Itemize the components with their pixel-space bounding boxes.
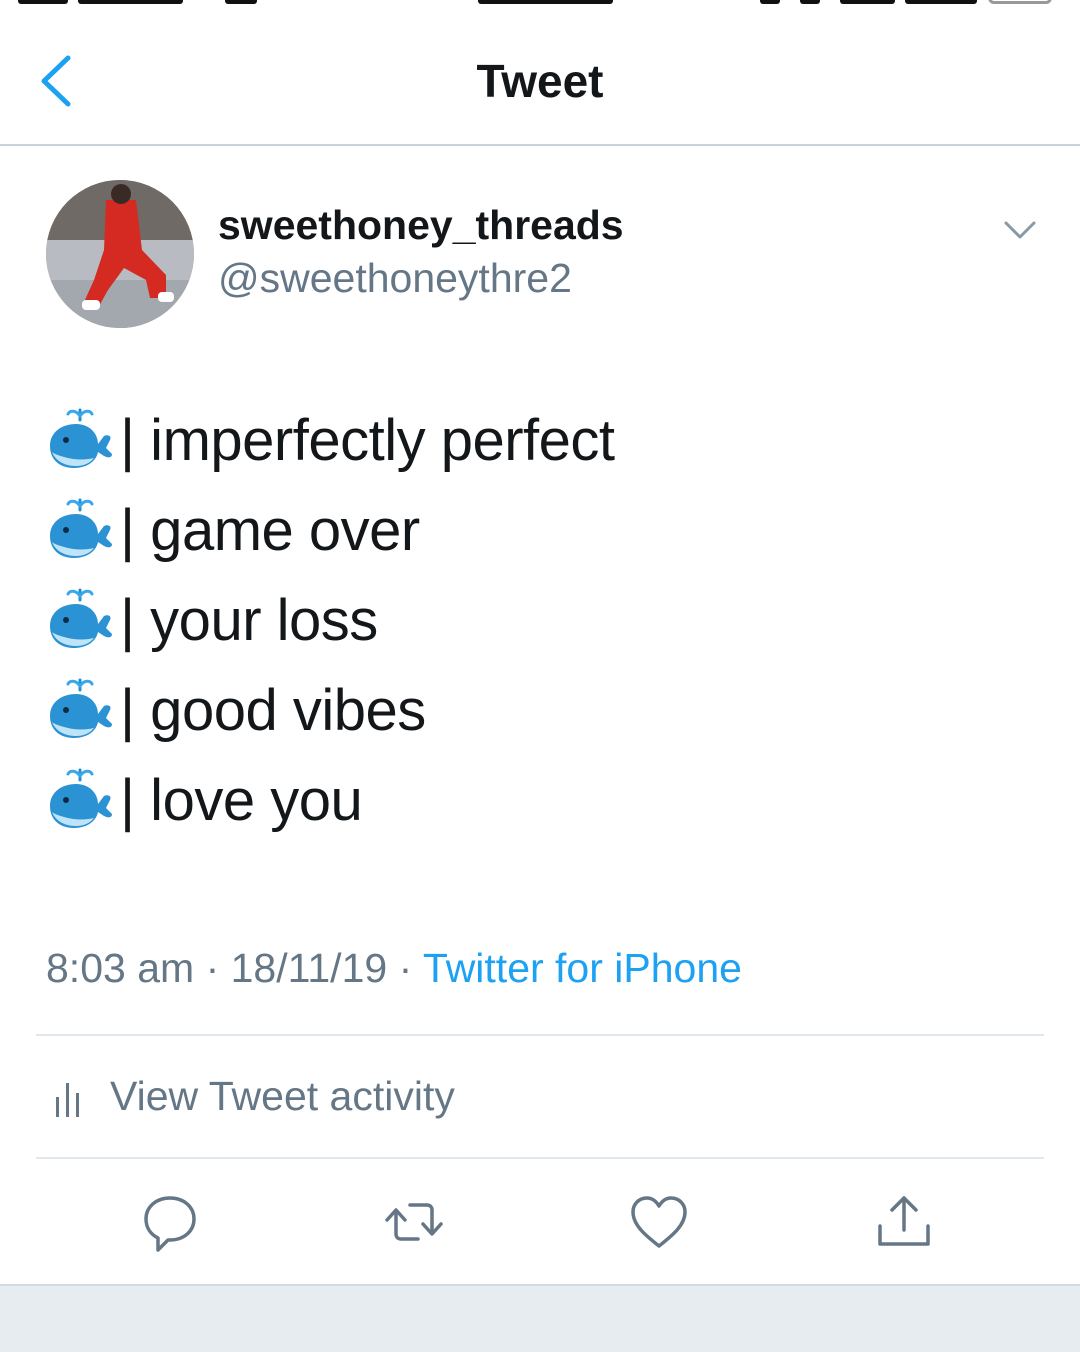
retweet-button[interactable] bbox=[382, 1190, 446, 1254]
author-display-name[interactable]: sweethoney_threads bbox=[218, 202, 624, 249]
tweet-line-text: | game over bbox=[120, 497, 420, 563]
page-title: Tweet bbox=[476, 55, 604, 107]
tweet-line: | your loss bbox=[46, 575, 1046, 665]
tweet-source-link[interactable]: Twitter for iPhone bbox=[423, 945, 742, 991]
spouting-whale-icon bbox=[46, 406, 114, 474]
tweet-text: | imperfectly perfect | game over | your l… bbox=[46, 395, 1046, 845]
tweet-date: 18/11/19 bbox=[230, 945, 388, 991]
reply-icon bbox=[144, 1196, 196, 1252]
tweet-line-text: | love you bbox=[120, 767, 363, 833]
divider bbox=[36, 1157, 1044, 1159]
chevron-down-icon bbox=[1004, 221, 1036, 239]
tweet-line: | love you bbox=[46, 755, 1046, 845]
bar-chart-icon bbox=[56, 1082, 79, 1117]
battery-icon bbox=[988, 0, 1052, 4]
share-button[interactable] bbox=[872, 1190, 936, 1254]
like-button[interactable] bbox=[627, 1190, 691, 1254]
tweet-line: | good vibes bbox=[46, 665, 1046, 755]
spouting-whale-icon bbox=[46, 676, 114, 744]
bottom-area bbox=[0, 1284, 1080, 1352]
navigation-bar: Tweet bbox=[0, 8, 1080, 146]
avatar-photo bbox=[46, 180, 194, 328]
spouting-whale-icon bbox=[46, 496, 114, 564]
view-tweet-activity-button[interactable]: View Tweet activity bbox=[50, 1073, 455, 1120]
tweet-line: | game over bbox=[46, 485, 1046, 575]
tweet-meta: 8:03 am · 18/11/19 · Twitter for iPhone bbox=[46, 945, 742, 992]
status-bar bbox=[0, 0, 1080, 8]
meta-separator: · bbox=[398, 945, 413, 991]
tweet-line-text: | good vibes bbox=[120, 677, 426, 743]
heart-icon bbox=[631, 1196, 687, 1248]
tweet-line: | imperfectly perfect bbox=[46, 395, 1046, 485]
tweet-line-text: | your loss bbox=[120, 587, 378, 653]
meta-separator: · bbox=[205, 945, 220, 991]
tweet-time: 8:03 am bbox=[46, 945, 195, 991]
tweet-line-text: | imperfectly perfect bbox=[120, 407, 615, 473]
avatar[interactable] bbox=[46, 180, 194, 328]
spouting-whale-icon bbox=[46, 766, 114, 834]
share-icon bbox=[878, 1196, 930, 1246]
spouting-whale-icon bbox=[46, 586, 114, 654]
retweet-icon bbox=[385, 1203, 443, 1241]
reply-button[interactable] bbox=[138, 1190, 202, 1254]
view-tweet-activity-label: View Tweet activity bbox=[110, 1073, 455, 1119]
author-handle[interactable]: @sweethoneythre2 bbox=[218, 255, 572, 302]
tweet-options-button[interactable] bbox=[1000, 215, 1040, 245]
divider bbox=[36, 1034, 1044, 1036]
